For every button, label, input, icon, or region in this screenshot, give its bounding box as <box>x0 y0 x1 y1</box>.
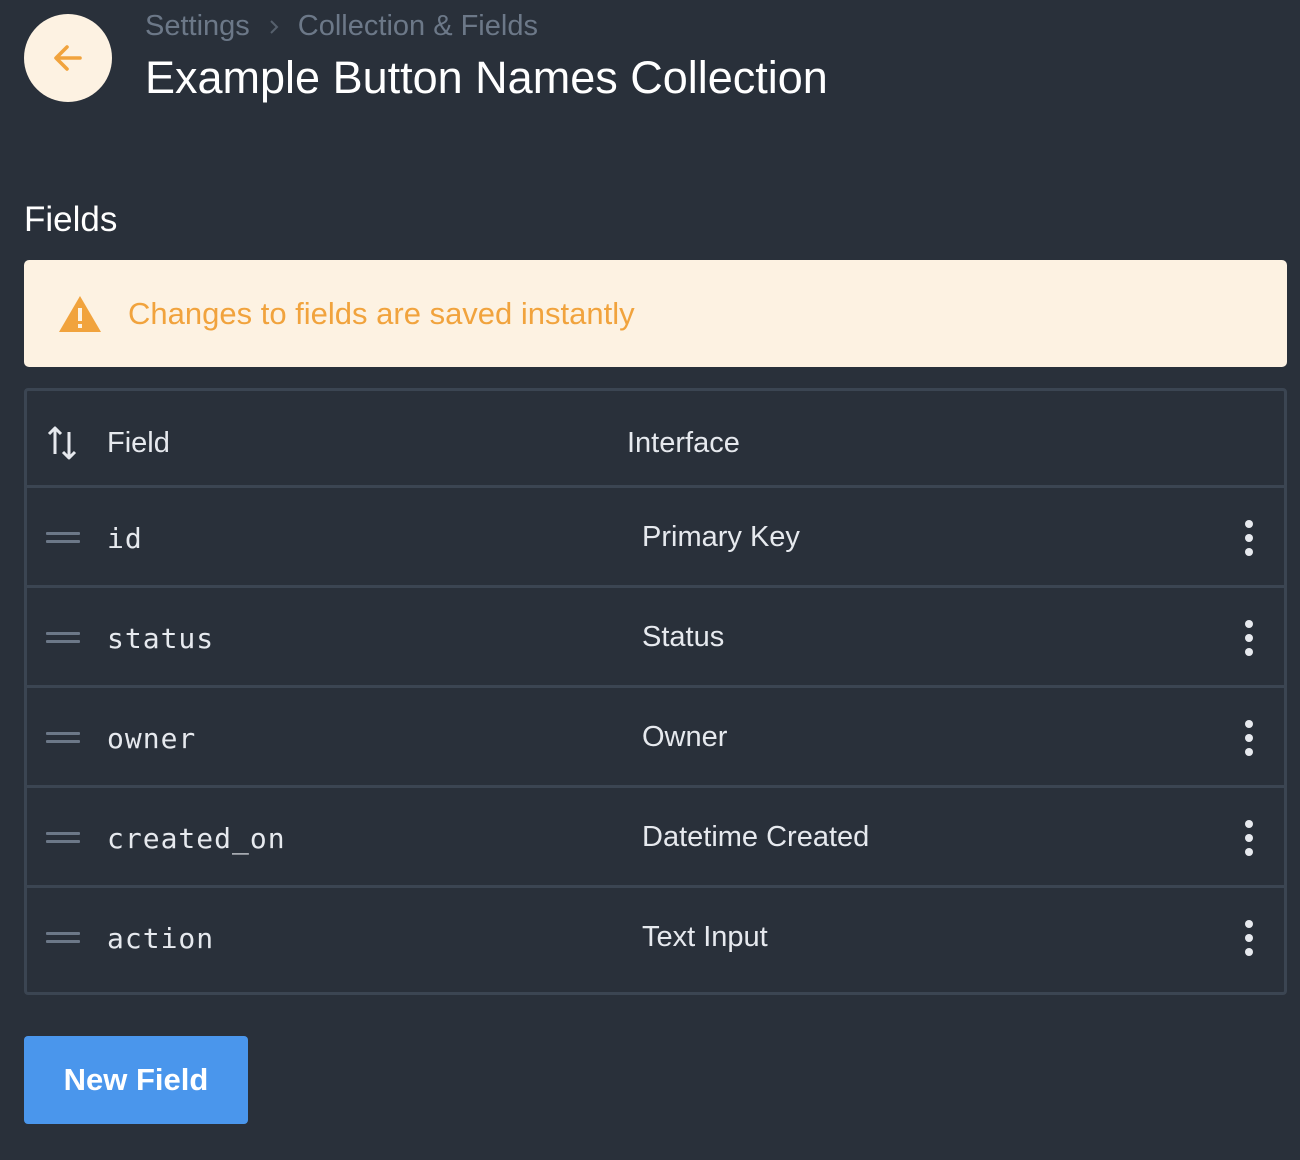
more-options-icon[interactable] <box>1237 720 1261 756</box>
more-options-icon[interactable] <box>1237 620 1261 656</box>
warning-icon <box>58 295 102 333</box>
column-header-field: Field <box>107 427 170 460</box>
table-row[interactable]: owner Owner <box>27 688 1284 788</box>
breadcrumb-collection-fields[interactable]: Collection & Fields <box>298 10 538 43</box>
drag-handle-icon[interactable] <box>46 832 80 846</box>
table-row[interactable]: id Primary Key <box>27 488 1284 588</box>
breadcrumb: Settings Collection & Fields <box>145 10 538 43</box>
column-header-interface: Interface <box>627 427 740 460</box>
interface-name: Owner <box>642 721 727 754</box>
fields-table: Field Interface id Primary Key status St… <box>24 388 1287 995</box>
field-name: owner <box>107 722 196 755</box>
fields-section-title: Fields <box>24 200 117 240</box>
drag-handle-icon[interactable] <box>46 732 80 746</box>
field-name: id <box>107 522 143 555</box>
more-options-icon[interactable] <box>1237 520 1261 556</box>
interface-name: Status <box>642 621 724 654</box>
field-name: action <box>107 922 214 955</box>
chevron-right-icon <box>268 18 280 36</box>
interface-name: Text Input <box>642 921 768 954</box>
field-name: status <box>107 622 214 655</box>
interface-name: Primary Key <box>642 521 800 554</box>
notice-text: Changes to fields are saved instantly <box>128 296 635 332</box>
field-name: created_on <box>107 822 286 855</box>
more-options-icon[interactable] <box>1237 820 1261 856</box>
drag-handle-icon[interactable] <box>46 532 80 546</box>
table-row[interactable]: created_on Datetime Created <box>27 788 1284 888</box>
drag-handle-icon[interactable] <box>46 932 80 946</box>
notice-banner: Changes to fields are saved instantly <box>24 260 1287 367</box>
new-field-button[interactable]: New Field <box>24 1036 248 1124</box>
more-options-icon[interactable] <box>1237 920 1261 956</box>
table-row[interactable]: action Text Input <box>27 888 1284 988</box>
interface-name: Datetime Created <box>642 821 869 854</box>
page-title: Example Button Names Collection <box>145 52 828 104</box>
arrow-left-icon <box>50 40 86 76</box>
table-header: Field Interface <box>27 391 1284 488</box>
breadcrumb-settings[interactable]: Settings <box>145 10 250 43</box>
table-row[interactable]: status Status <box>27 588 1284 688</box>
drag-handle-icon[interactable] <box>46 632 80 646</box>
back-button[interactable] <box>24 14 112 102</box>
sort-icon[interactable] <box>47 424 77 467</box>
